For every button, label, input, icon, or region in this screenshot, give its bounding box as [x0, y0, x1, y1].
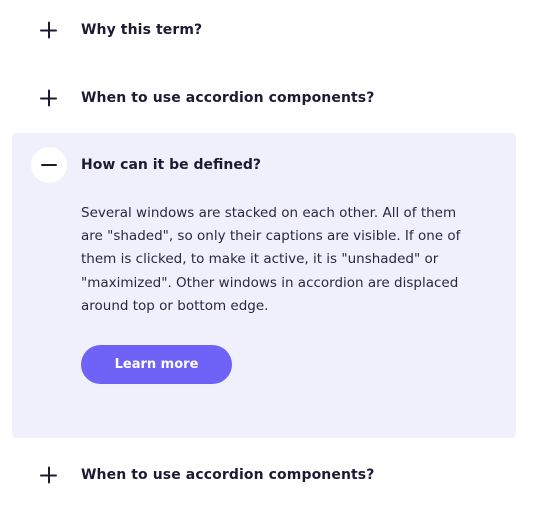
accordion-item-why-this-term: Why this term? [0, 6, 547, 54]
accordion-header[interactable]: How can it be defined? [12, 141, 516, 189]
accordion-body-text: Several windows are stacked on each othe… [81, 205, 461, 314]
accordion-item-when-to-use: When to use accordion components? [0, 74, 547, 122]
accordion-item-when-to-use-2: When to use accordion components? [0, 451, 547, 499]
learn-more-button[interactable]: Learn more [81, 345, 232, 384]
accordion-title: When to use accordion components? [81, 467, 375, 483]
plus-icon[interactable] [40, 466, 57, 484]
accordion-item-how-defined-expanded: How can it be defined? Several windows a… [12, 133, 516, 438]
accordion-title: How can it be defined? [81, 157, 261, 173]
accordion-header[interactable]: When to use accordion components? [0, 451, 547, 499]
plus-icon[interactable] [40, 21, 57, 39]
accordion-header[interactable]: When to use accordion components? [0, 74, 547, 122]
accordion: Why this term? When to use accordion com… [0, 0, 547, 507]
accordion-title: When to use accordion components? [81, 90, 375, 106]
plus-icon[interactable] [40, 89, 57, 107]
accordion-header[interactable]: Why this term? [0, 6, 547, 54]
accordion-title: Why this term? [81, 22, 203, 38]
minus-icon[interactable] [31, 147, 67, 183]
